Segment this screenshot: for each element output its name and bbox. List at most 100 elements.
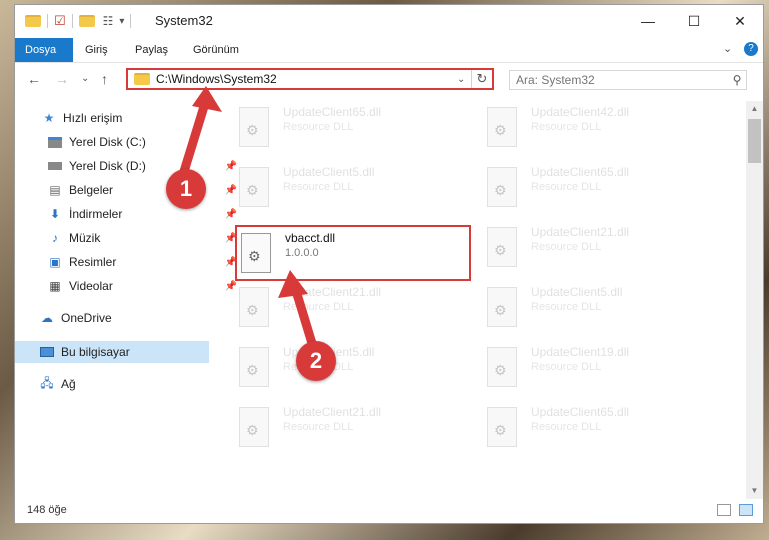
sidebar-item-network[interactable]: 🖧 Ağ xyxy=(15,373,233,395)
star-icon: ★ xyxy=(43,111,55,125)
pictures-icon: ▣ xyxy=(49,255,61,269)
minimize-button[interactable]: — xyxy=(625,5,671,37)
dll-file-icon: ⚙ xyxy=(239,167,269,207)
sidebar-item-label: İndirmeler xyxy=(69,207,123,221)
file-item[interactable]: ⚙ UpdateClient21.dll Resource DLL xyxy=(483,221,718,277)
file-description: Resource DLL xyxy=(283,181,354,193)
address-bar[interactable]: C:\Windows\System32 ⌄ ↻ xyxy=(126,68,494,90)
expand-ribbon-icon[interactable]: ⌄ xyxy=(723,42,732,55)
file-name: UpdateClient5.dll xyxy=(531,285,623,299)
sidebar-item-label: Belgeler xyxy=(69,183,114,197)
search-icon[interactable]: ⚲ xyxy=(728,73,746,87)
address-path[interactable]: C:\Windows\System32 xyxy=(156,72,457,86)
sidebar-item-label: OneDrive xyxy=(61,311,112,325)
up-button[interactable]: ↑ xyxy=(101,71,108,87)
gear-icon: ⚙ xyxy=(246,362,259,378)
file-item[interactable]: ⚙ UpdateClient5.dll Resource DLL xyxy=(235,341,470,397)
sidebar-item-music[interactable]: ♪ Müzik 📌 xyxy=(15,227,241,249)
help-icon[interactable]: ? xyxy=(744,42,758,56)
tab-file[interactable]: Dosya xyxy=(15,38,73,62)
file-name: UpdateClient65.dll xyxy=(531,405,630,419)
search-box[interactable]: ⚲ xyxy=(509,70,747,90)
chevron-down-icon[interactable]: ⌄ xyxy=(457,74,471,85)
file-name: vbacct.dll xyxy=(285,231,336,245)
gear-icon: ⚙ xyxy=(494,122,507,138)
customize-toolbar-icon[interactable]: ▾ xyxy=(119,16,124,27)
network-icon: 🖧 xyxy=(40,375,54,390)
music-icon: ♪ xyxy=(52,231,58,245)
drive-icon xyxy=(47,158,63,174)
explorer-window: ☑ ☷ ▾ System32 — ☐ ✕ Dosya Giriş Paylaş … xyxy=(14,4,764,524)
file-description: Resource DLL xyxy=(283,421,354,433)
file-item[interactable]: ⚙ UpdateClient19.dll Resource DLL xyxy=(483,341,718,397)
file-item[interactable]: ⚙ UpdateClient65.dll Resource DLL xyxy=(483,161,718,217)
document-icon: ▤ xyxy=(49,183,61,197)
dll-file-icon: ⚙ xyxy=(239,407,269,447)
recent-locations-button[interactable]: ⌄ xyxy=(81,73,89,84)
file-name: UpdateClient42.dll xyxy=(531,105,630,119)
file-name: UpdateClient65.dll xyxy=(283,105,382,119)
gear-icon: ⚙ xyxy=(494,422,507,438)
gear-icon: ⚙ xyxy=(494,362,507,378)
file-item[interactable]: ⚙ UpdateClient5.dll Resource DLL xyxy=(235,161,470,217)
sidebar-item-quick-access[interactable]: ★ Hızlı erişim xyxy=(15,107,235,129)
gear-icon: ⚙ xyxy=(246,122,259,138)
dll-file-icon: ⚙ xyxy=(239,287,269,327)
back-button[interactable]: ← xyxy=(27,71,41,87)
sidebar-item-label: Hızlı erişim xyxy=(63,111,123,125)
maximize-button[interactable]: ☐ xyxy=(671,5,717,37)
details-view-icon[interactable] xyxy=(717,504,731,516)
file-item[interactable]: ⚙ UpdateClient5.dll Resource DLL xyxy=(483,281,718,337)
large-icons-view-icon[interactable] xyxy=(739,504,753,516)
new-folder-icon[interactable] xyxy=(78,15,95,27)
dll-file-icon: ⚙ xyxy=(487,107,517,147)
dll-file-icon: ⚙ xyxy=(487,347,517,387)
sidebar-item-this-pc[interactable]: Bu bilgisayar xyxy=(15,341,209,363)
tab-home[interactable]: Giriş xyxy=(75,38,118,62)
file-description: Resource DLL xyxy=(531,241,602,253)
file-description: Resource DLL xyxy=(531,181,602,193)
gear-icon: ⚙ xyxy=(494,182,507,198)
refresh-icon[interactable]: ↻ xyxy=(471,70,492,88)
file-item[interactable]: ⚙ UpdateClient21.dll Resource DLL xyxy=(235,281,470,337)
sidebar-item-videos[interactable]: ▦ Videolar 📌 xyxy=(15,275,241,297)
file-description: Resource DLL xyxy=(531,301,602,313)
scrollbar-thumb[interactable] xyxy=(748,119,761,163)
dll-file-icon: ⚙ xyxy=(487,287,517,327)
navigation-pane: ★ Hızlı erişim Yerel Disk (C:) Yerel Dis… xyxy=(15,101,237,496)
file-item[interactable]: ⚙ UpdateClient21.dll Resource DLL xyxy=(235,401,470,457)
file-item[interactable]: ⚙ UpdateClient65.dll Resource DLL xyxy=(483,401,718,457)
close-button[interactable]: ✕ xyxy=(717,5,763,37)
scroll-up-icon[interactable]: ▲ xyxy=(746,101,763,117)
sidebar-item-pictures[interactable]: ▣ Resimler 📌 xyxy=(15,251,241,273)
gear-icon: ⚙ xyxy=(246,302,259,318)
sidebar-item-disk-d[interactable]: Yerel Disk (D:) 📌 xyxy=(15,155,241,177)
file-item[interactable]: ⚙ UpdateClient42.dll Resource DLL xyxy=(483,101,718,157)
dll-file-icon: ⚙ xyxy=(239,107,269,147)
vertical-scrollbar[interactable]: ▲ ▼ xyxy=(746,101,763,499)
forward-button[interactable]: → xyxy=(55,71,69,87)
tab-share[interactable]: Paylaş xyxy=(125,38,178,62)
sidebar-item-onedrive[interactable]: ☁ OneDrive xyxy=(15,307,233,329)
sidebar-item-documents[interactable]: ▤ Belgeler 📌 xyxy=(15,179,241,201)
sidebar-item-disk-c[interactable]: Yerel Disk (C:) xyxy=(15,131,241,153)
gear-icon: ⚙ xyxy=(246,182,259,198)
properties-icon[interactable]: ☑ xyxy=(54,13,66,29)
file-item-vbacct[interactable]: ⚙ vbacct.dll 1.0.0.0 xyxy=(235,225,471,281)
ribbon-tabs: Dosya Giriş Paylaş Görünüm ⌄ ? xyxy=(15,38,763,63)
search-input[interactable] xyxy=(510,72,728,88)
view-icon[interactable]: ☷ xyxy=(103,14,114,28)
step-2-badge: 2 xyxy=(296,341,336,381)
item-count: 148 öğe xyxy=(27,504,67,516)
sidebar-item-label: Ağ xyxy=(61,377,76,391)
sidebar-item-label: Bu bilgisayar xyxy=(61,345,130,359)
sidebar-item-label: Yerel Disk (D:) xyxy=(69,159,146,173)
scroll-down-icon[interactable]: ▼ xyxy=(746,483,763,499)
file-item[interactable]: ⚙ UpdateClient65.dll Resource DLL xyxy=(235,101,470,157)
sidebar-item-label: Videolar xyxy=(69,279,113,293)
sidebar-item-downloads[interactable]: ⬇ İndirmeler 📌 xyxy=(15,203,241,225)
download-icon: ⬇ xyxy=(49,207,61,221)
folder-icon xyxy=(25,15,41,27)
tab-view[interactable]: Görünüm xyxy=(183,38,249,62)
file-name: UpdateClient19.dll xyxy=(531,345,630,359)
